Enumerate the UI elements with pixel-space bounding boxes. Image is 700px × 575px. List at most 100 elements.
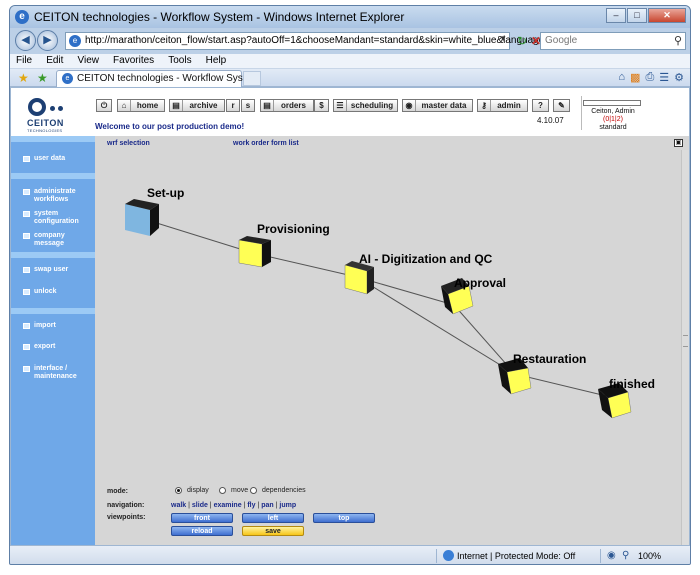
reload-button[interactable]: reload	[171, 526, 233, 536]
scroll-grip[interactable]	[683, 335, 688, 347]
help-button[interactable]: ?	[532, 99, 549, 112]
sidebar-item-label: import	[34, 322, 56, 329]
menu-tools[interactable]: Tools	[162, 54, 196, 66]
orders-icon: ▤	[261, 100, 274, 111]
menu-edit[interactable]: Edit	[40, 54, 68, 66]
close-icon[interactable]: ✕	[648, 8, 686, 23]
search-icon[interactable]: ⚲	[674, 34, 682, 47]
bullet-icon	[23, 289, 30, 295]
address-bar[interactable]: e http://marathon/ceiton_flow/start.asp?…	[65, 32, 561, 50]
favorites-star-icon[interactable]: ★	[18, 71, 29, 85]
workflow-node-approval[interactable]: Approval	[441, 276, 506, 315]
ie-icon: e	[15, 10, 29, 24]
viewpoint-left-button[interactable]: left	[242, 513, 304, 523]
sidebar-item-label: system configuration	[34, 210, 79, 225]
canvas-scrollbar[interactable]	[681, 150, 689, 545]
orders-button[interactable]: ▤ orders	[260, 99, 314, 112]
menu-help[interactable]: Help	[200, 54, 232, 66]
sidebar-item-administrate-workflows[interactable]: administrate workflows	[23, 188, 85, 204]
admin-label: admin	[497, 101, 521, 110]
menu-file[interactable]: File	[10, 54, 37, 66]
mode-move-radio[interactable]: move	[219, 487, 248, 494]
print-icon[interactable]: ⎙	[645, 71, 654, 84]
radio-dot	[219, 487, 226, 494]
node-cube-side	[367, 267, 374, 294]
scheduling-button[interactable]: ☰ scheduling	[333, 99, 398, 112]
node-label: finished	[609, 377, 655, 391]
sidebar-item-label: company message	[34, 232, 65, 247]
tab-ceiton[interactable]: e CEITON technologies - Workflow System	[56, 70, 259, 87]
scheduling-label: scheduling	[350, 101, 394, 110]
logo-dot	[58, 106, 63, 111]
sidebar-item-company-message[interactable]: company message	[23, 232, 85, 248]
search-input[interactable]: Google ⚲	[540, 32, 686, 50]
zoom-level[interactable]: 100%	[638, 551, 661, 561]
dollar-button[interactable]: $	[314, 99, 329, 112]
maximize-icon[interactable]: □	[627, 8, 647, 23]
admin-button[interactable]: ⚷ admin	[477, 99, 528, 112]
node-cube-face	[238, 239, 263, 268]
nav-fly-link[interactable]: fly	[247, 502, 255, 509]
archive-button[interactable]: ▤ archive	[169, 99, 225, 112]
new-tab-button[interactable]	[243, 71, 261, 86]
magnifier-icon: ⚲	[622, 550, 630, 561]
sidebar-item-user-data[interactable]: user data	[23, 155, 93, 163]
node-cube-side	[262, 240, 271, 267]
r-button[interactable]: r	[226, 99, 240, 112]
ie-status-icon[interactable]: ◉	[607, 550, 616, 561]
sidebar: user data administrate workflows system …	[11, 136, 95, 545]
ceiton-logo[interactable]: CEITON TECHNOLOGIES	[25, 96, 75, 136]
user-search-box[interactable]	[583, 100, 641, 106]
sidebar-item-system-configuration[interactable]: system configuration	[23, 210, 85, 226]
power-button[interactable]: ⏻	[96, 99, 112, 112]
address-dropdown-icon[interactable]: ▼	[499, 34, 507, 43]
nav-slide-link[interactable]: slide	[192, 502, 208, 509]
save-button[interactable]: save	[242, 526, 304, 536]
mode-display-radio[interactable]: display	[175, 487, 209, 494]
sidebar-item-label: swap user	[34, 266, 69, 273]
nav-pan-link[interactable]: pan	[261, 502, 273, 509]
orders-label: orders	[281, 101, 306, 110]
sidebar-item-export[interactable]: export	[23, 343, 93, 351]
user-links[interactable]: (0|1|2)	[586, 116, 640, 124]
search-placeholder: Google	[545, 35, 578, 46]
nav-jump-link[interactable]: jump	[279, 502, 296, 509]
sidebar-item-swap-user[interactable]: swap user	[23, 266, 93, 274]
back-icon[interactable]: ◀	[15, 30, 36, 51]
window-title: CEITON technologies - Workflow System - …	[34, 10, 405, 24]
page-menu-icon[interactable]: ☰	[659, 71, 669, 84]
viewpoint-front-button[interactable]: front	[171, 513, 233, 523]
add-favorite-icon[interactable]: ★	[37, 71, 48, 85]
page-icon: e	[69, 35, 81, 47]
sidebar-item-import[interactable]: import	[23, 322, 93, 330]
menu-view[interactable]: View	[71, 54, 104, 66]
master-data-button[interactable]: ◉ master data	[402, 99, 473, 112]
tab-bar: ★ ★ e CEITON technologies - Workflow Sys…	[10, 69, 690, 87]
workflow-3d-view[interactable]: Set-up Provisioning AI - Digitization an…	[95, 136, 681, 545]
sidebar-item-unlock[interactable]: unlock	[23, 288, 93, 296]
menu-favorites[interactable]: Favorites	[107, 54, 159, 66]
feeds-icon[interactable]: ▩	[630, 71, 640, 84]
s-button[interactable]: s	[241, 99, 255, 112]
viewpoint-top-button[interactable]: top	[313, 513, 375, 523]
r-label: r	[231, 101, 235, 110]
key-icon: ⚷	[478, 100, 491, 111]
minimize-icon[interactable]: –	[606, 8, 626, 23]
mode-dependencies-radio[interactable]: dependencies	[250, 487, 306, 494]
sidebar-item-interface-maintenance[interactable]: interface / maintenance	[23, 365, 85, 381]
node-label: Provisioning	[257, 222, 330, 236]
nav-examine-link[interactable]: examine	[214, 502, 242, 509]
workflow-node-finished[interactable]: finished	[598, 377, 655, 419]
address-row: ◀ ▶ e http://marathon/ceiton_flow/start.…	[10, 28, 690, 54]
home-button[interactable]: ⌂ home	[117, 99, 165, 112]
tools-gear-icon[interactable]: ⚙	[674, 71, 684, 84]
security-zone[interactable]: Internet | Protected Mode: Off	[457, 551, 575, 561]
forward-icon[interactable]: ▶	[37, 30, 58, 51]
edit-button[interactable]: ✎	[553, 99, 570, 112]
home-label: home	[136, 101, 159, 110]
nav-walk-link[interactable]: walk	[171, 502, 186, 509]
sidebar-item-label: user data	[34, 155, 66, 162]
workflow-connections	[146, 219, 624, 401]
status-bar: Internet | Protected Mode: Off ◉ ⚲ 100%	[10, 545, 690, 564]
home-icon[interactable]: ⌂	[618, 71, 625, 84]
